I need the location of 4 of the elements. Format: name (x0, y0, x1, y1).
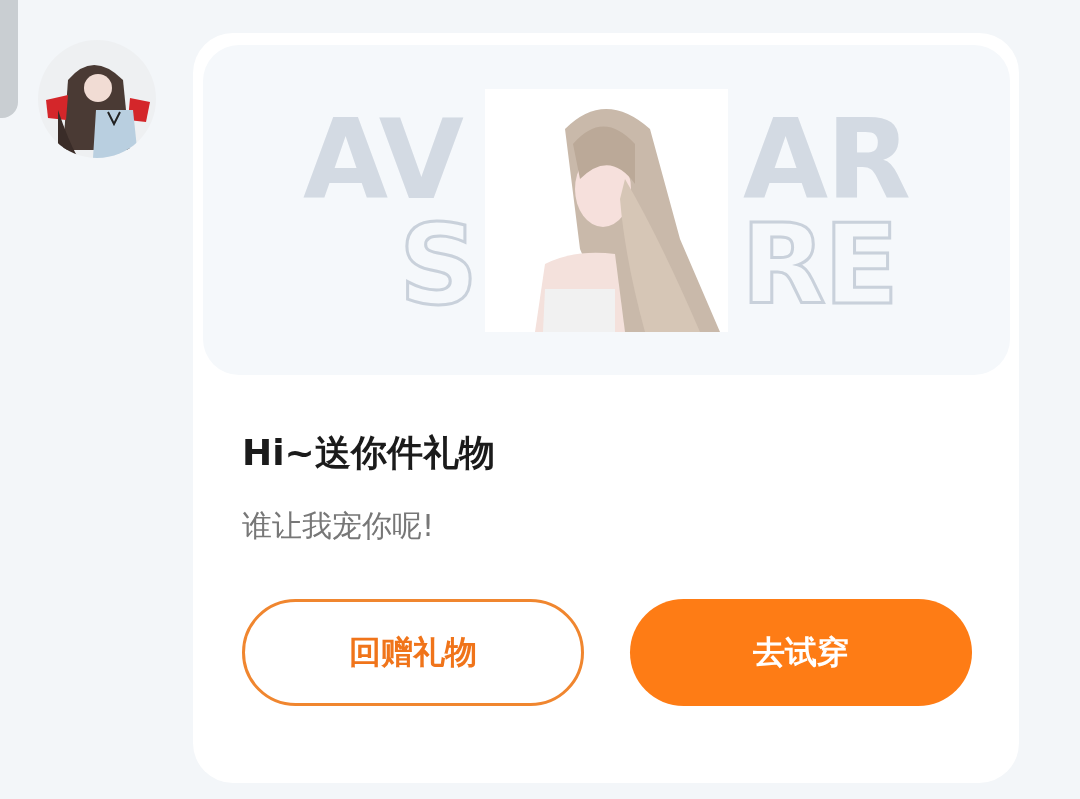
return-gift-button[interactable]: 回赠礼物 (242, 599, 584, 706)
try-on-button[interactable]: 去试穿 (630, 599, 972, 706)
gift-message: 谁让我宠你呢! (242, 507, 436, 545)
gift-title: Hi~送你件礼物 (242, 431, 496, 475)
